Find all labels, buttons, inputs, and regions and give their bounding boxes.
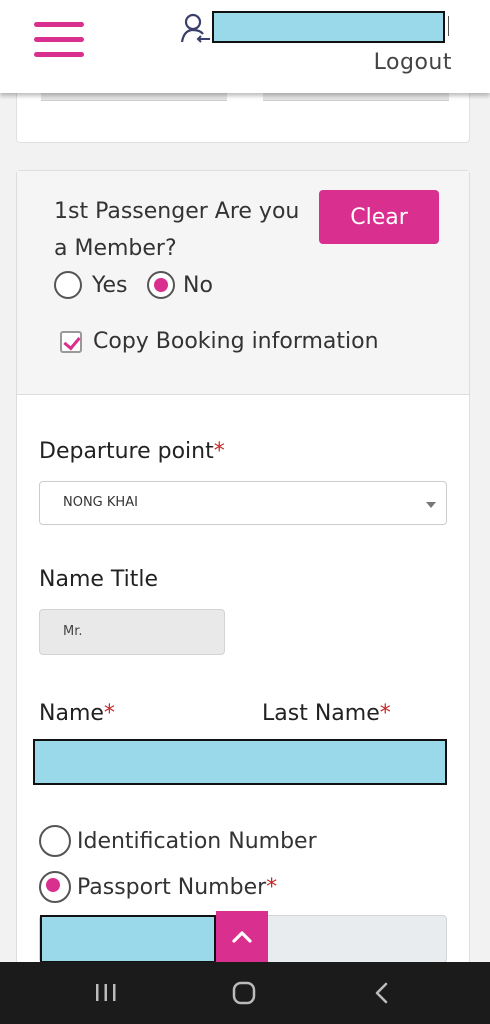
name-fields-redacted[interactable] xyxy=(33,739,447,785)
name-title-label: Name Title xyxy=(39,567,159,592)
clear-button[interactable]: Clear xyxy=(319,190,439,244)
departure-label-row: Departure point* xyxy=(39,439,225,464)
radio-yes-label: Yes xyxy=(92,272,128,298)
radio-id-indicator[interactable] xyxy=(39,825,71,857)
required-mark: * xyxy=(213,439,225,464)
passport-number-redacted xyxy=(40,915,216,963)
system-navigation-bar xyxy=(0,962,490,1024)
passenger-card-header: 1st Passenger Are you a Member? Clear Ye… xyxy=(17,171,469,395)
departure-value: NONG KHAI xyxy=(63,495,138,510)
chevron-down-icon xyxy=(426,502,436,508)
recent-apps-icon[interactable] xyxy=(86,978,126,1008)
departure-select[interactable]: NONG KHAI xyxy=(39,481,447,525)
passenger-card: 1st Passenger Are you a Member? Clear Ye… xyxy=(16,170,470,990)
previous-form-panel xyxy=(16,88,470,143)
id-number-label: Identification Number xyxy=(77,828,317,854)
required-mark: * xyxy=(379,701,391,726)
name-title-value: Mr. xyxy=(63,624,83,639)
username-redacted xyxy=(212,11,445,43)
hamburger-menu-icon[interactable] xyxy=(34,22,84,60)
required-mark: * xyxy=(266,874,278,900)
name-title-select[interactable]: Mr. xyxy=(39,609,225,655)
member-radio-yes[interactable]: Yes xyxy=(54,271,128,299)
copy-booking-checkbox[interactable] xyxy=(60,331,82,353)
home-icon[interactable] xyxy=(224,978,264,1008)
last-name-label-row: Last Name* xyxy=(262,701,391,726)
app-header: Logout xyxy=(0,0,490,93)
name-label: Name xyxy=(39,701,104,726)
radio-no-indicator[interactable] xyxy=(147,271,175,299)
member-radio-no[interactable]: No xyxy=(147,271,213,299)
last-name-label: Last Name xyxy=(262,701,380,726)
required-mark: * xyxy=(103,701,115,726)
member-question: 1st Passenger Are you a Member? xyxy=(54,199,300,261)
chevron-up-icon xyxy=(232,931,252,943)
copy-booking-label: Copy Booking information xyxy=(93,329,379,354)
passport-number-label: Passport Number xyxy=(77,874,267,900)
scroll-to-top-button[interactable] xyxy=(216,911,268,963)
departure-label: Departure point xyxy=(39,439,214,464)
id-number-radio[interactable]: Identification Number xyxy=(39,825,317,857)
radio-yes-indicator[interactable] xyxy=(54,271,82,299)
logout-link[interactable]: Logout xyxy=(374,50,452,75)
name-label-row: Name* xyxy=(39,701,115,726)
back-icon[interactable] xyxy=(362,978,402,1008)
header-separator xyxy=(448,16,449,36)
radio-no-label: No xyxy=(183,272,213,298)
user-icon xyxy=(180,13,210,43)
radio-passport-indicator[interactable] xyxy=(39,871,71,903)
passport-number-radio[interactable]: Passport Number * xyxy=(39,871,277,903)
